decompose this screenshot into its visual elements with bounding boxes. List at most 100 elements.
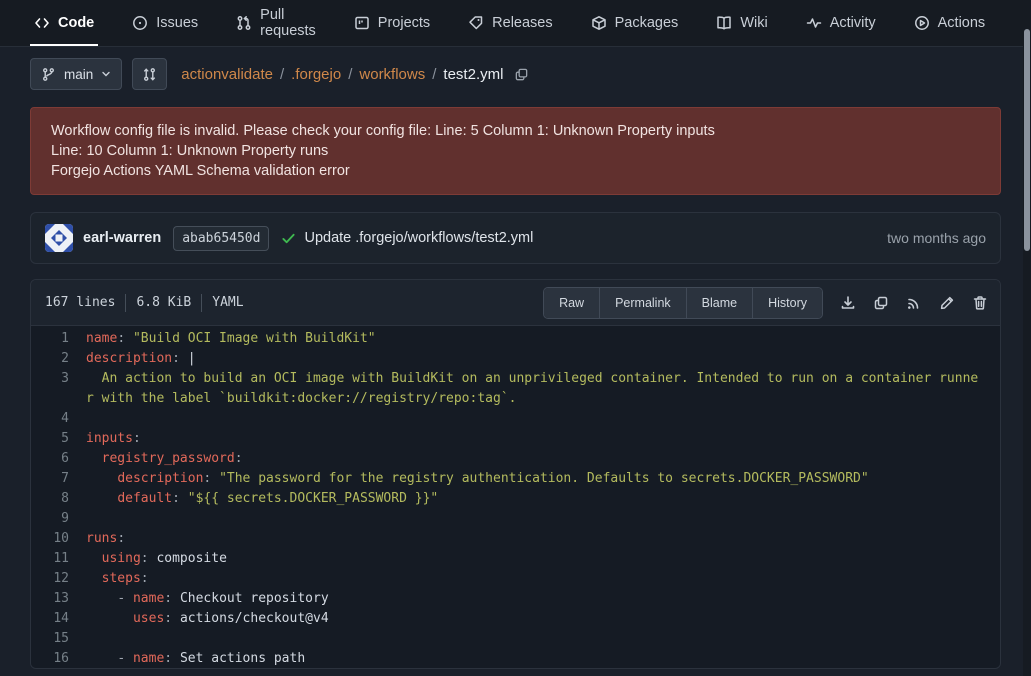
rss-feed-icon[interactable] <box>906 295 922 311</box>
code-line-content: runs: <box>86 529 1000 549</box>
file-view: 167 lines 6.8 KiB YAML Raw Permalink Bla… <box>30 279 1001 669</box>
tab-label: Activity <box>830 15 876 31</box>
package-icon <box>591 15 607 31</box>
compare-button[interactable] <box>132 58 167 90</box>
code-line: 7 description: "The password for the reg… <box>31 469 1000 489</box>
line-number[interactable]: 2 <box>31 349 86 369</box>
divider <box>125 294 126 312</box>
code-line-content: uses: actions/checkout@v4 <box>86 609 1000 629</box>
commit-hash[interactable]: abab65450d <box>173 226 269 251</box>
line-number[interactable]: 13 <box>31 589 86 609</box>
breadcrumb-dir-forgejo[interactable]: .forgejo <box>291 66 341 83</box>
code-line: 11 using: composite <box>31 549 1000 569</box>
blame-button[interactable]: Blame <box>687 288 753 318</box>
line-number[interactable]: 7 <box>31 469 86 489</box>
compare-icon <box>142 67 157 82</box>
tab-wiki[interactable]: Wiki <box>712 0 771 46</box>
code-line-content: inputs: <box>86 429 1000 449</box>
line-number[interactable]: 5 <box>31 429 86 449</box>
code-line: 1name: "Build OCI Image with BuildKit" <box>31 329 1000 349</box>
projects-icon <box>354 15 370 31</box>
tab-projects[interactable]: Projects <box>350 0 434 46</box>
tab-label: Packages <box>615 15 679 31</box>
error-line: Line: 10 Column 1: Unknown Property runs <box>51 141 980 161</box>
tab-issues[interactable]: Issues <box>128 0 202 46</box>
code-line-content <box>86 509 1000 529</box>
copy-content-icon[interactable] <box>873 295 889 311</box>
scrollbar-thumb[interactable] <box>1024 29 1030 251</box>
code-line: 16 - name: Set actions path <box>31 649 1000 669</box>
code-line-content: description: | <box>86 349 1000 369</box>
code-line-content <box>86 629 1000 649</box>
breadcrumb-dir-workflows[interactable]: workflows <box>359 66 425 83</box>
commit-status-check-icon[interactable] <box>281 231 296 246</box>
page-scrollbar[interactable] <box>1023 0 1031 676</box>
tab-releases[interactable]: Releases <box>464 0 556 46</box>
breadcrumb-separator: / <box>280 66 284 83</box>
line-number[interactable]: 6 <box>31 449 86 469</box>
line-number[interactable]: 16 <box>31 649 86 669</box>
line-number[interactable]: 15 <box>31 629 86 649</box>
tab-pull-requests[interactable]: Pull requests <box>232 0 320 46</box>
issue-icon <box>132 15 148 31</box>
line-number[interactable]: 12 <box>31 569 86 589</box>
file-view-buttons: Raw Permalink Blame History <box>543 287 823 319</box>
tab-activity[interactable]: Activity <box>802 0 880 46</box>
branch-selector[interactable]: main <box>30 58 122 90</box>
file-size: 6.8 KiB <box>136 295 191 310</box>
line-number[interactable]: 1 <box>31 329 86 349</box>
raw-button[interactable]: Raw <box>544 288 600 318</box>
code-line-content: description: "The password for the regis… <box>86 469 1000 489</box>
error-line: Forgejo Actions YAML Schema validation e… <box>51 161 980 181</box>
tab-label: Actions <box>938 15 986 31</box>
line-number[interactable]: 9 <box>31 509 86 529</box>
line-number[interactable]: 8 <box>31 489 86 509</box>
tab-packages[interactable]: Packages <box>587 0 683 46</box>
download-icon[interactable] <box>840 295 856 311</box>
branch-name: main <box>64 67 93 82</box>
breadcrumb-repo[interactable]: actionvalidate <box>181 66 273 83</box>
history-button[interactable]: History <box>753 288 822 318</box>
code-line: 14 uses: actions/checkout@v4 <box>31 609 1000 629</box>
tab-actions[interactable]: Actions <box>910 0 990 46</box>
code-line-content: using: composite <box>86 549 1000 569</box>
edit-icon[interactable] <box>939 295 955 311</box>
code-line: 6 registry_password: <box>31 449 1000 469</box>
commit-message[interactable]: Update .forgejo/workflows/test2.yml <box>304 230 533 246</box>
code-line: 10runs: <box>31 529 1000 549</box>
repo-tab-bar: Code Issues Pull requests Projects Relea… <box>0 0 1031 47</box>
breadcrumb: actionvalidate / .forgejo / workflows / … <box>181 66 529 83</box>
avatar[interactable] <box>45 224 73 252</box>
code-line-content: - name: Checkout repository <box>86 589 1000 609</box>
tab-label: Pull requests <box>260 7 316 39</box>
file-header: 167 lines 6.8 KiB YAML Raw Permalink Bla… <box>31 280 1000 326</box>
line-number[interactable]: 10 <box>31 529 86 549</box>
copy-path-icon[interactable] <box>514 67 529 82</box>
line-number[interactable]: 3 <box>31 369 86 409</box>
tab-label: Code <box>58 15 94 31</box>
code-line: 9 <box>31 509 1000 529</box>
code-line: 8 default: "${{ secrets.DOCKER_PASSWORD … <box>31 489 1000 509</box>
permalink-button[interactable]: Permalink <box>600 288 687 318</box>
code-line-content: steps: <box>86 569 1000 589</box>
code-line: 2description: | <box>31 349 1000 369</box>
delete-icon[interactable] <box>972 295 988 311</box>
pulse-icon <box>806 15 822 31</box>
file-line-count: 167 lines <box>45 295 115 310</box>
code-icon <box>34 15 50 31</box>
pull-request-icon <box>236 15 252 31</box>
file-path-bar: main actionvalidate / .forgejo / workflo… <box>0 47 1031 100</box>
line-number[interactable]: 4 <box>31 409 86 429</box>
code-line: 13 - name: Checkout repository <box>31 589 1000 609</box>
commit-author[interactable]: earl-warren <box>83 230 161 246</box>
branch-icon <box>41 67 56 82</box>
code-line: 15 <box>31 629 1000 649</box>
workflow-error-banner: Workflow config file is invalid. Please … <box>30 107 1001 195</box>
tab-code[interactable]: Code <box>30 0 98 46</box>
tag-icon <box>468 15 484 31</box>
code-line: 3 An action to build an OCI image with B… <box>31 369 1000 409</box>
tab-label: Issues <box>156 15 198 31</box>
line-number[interactable]: 14 <box>31 609 86 629</box>
tab-label: Releases <box>492 15 552 31</box>
line-number[interactable]: 11 <box>31 549 86 569</box>
